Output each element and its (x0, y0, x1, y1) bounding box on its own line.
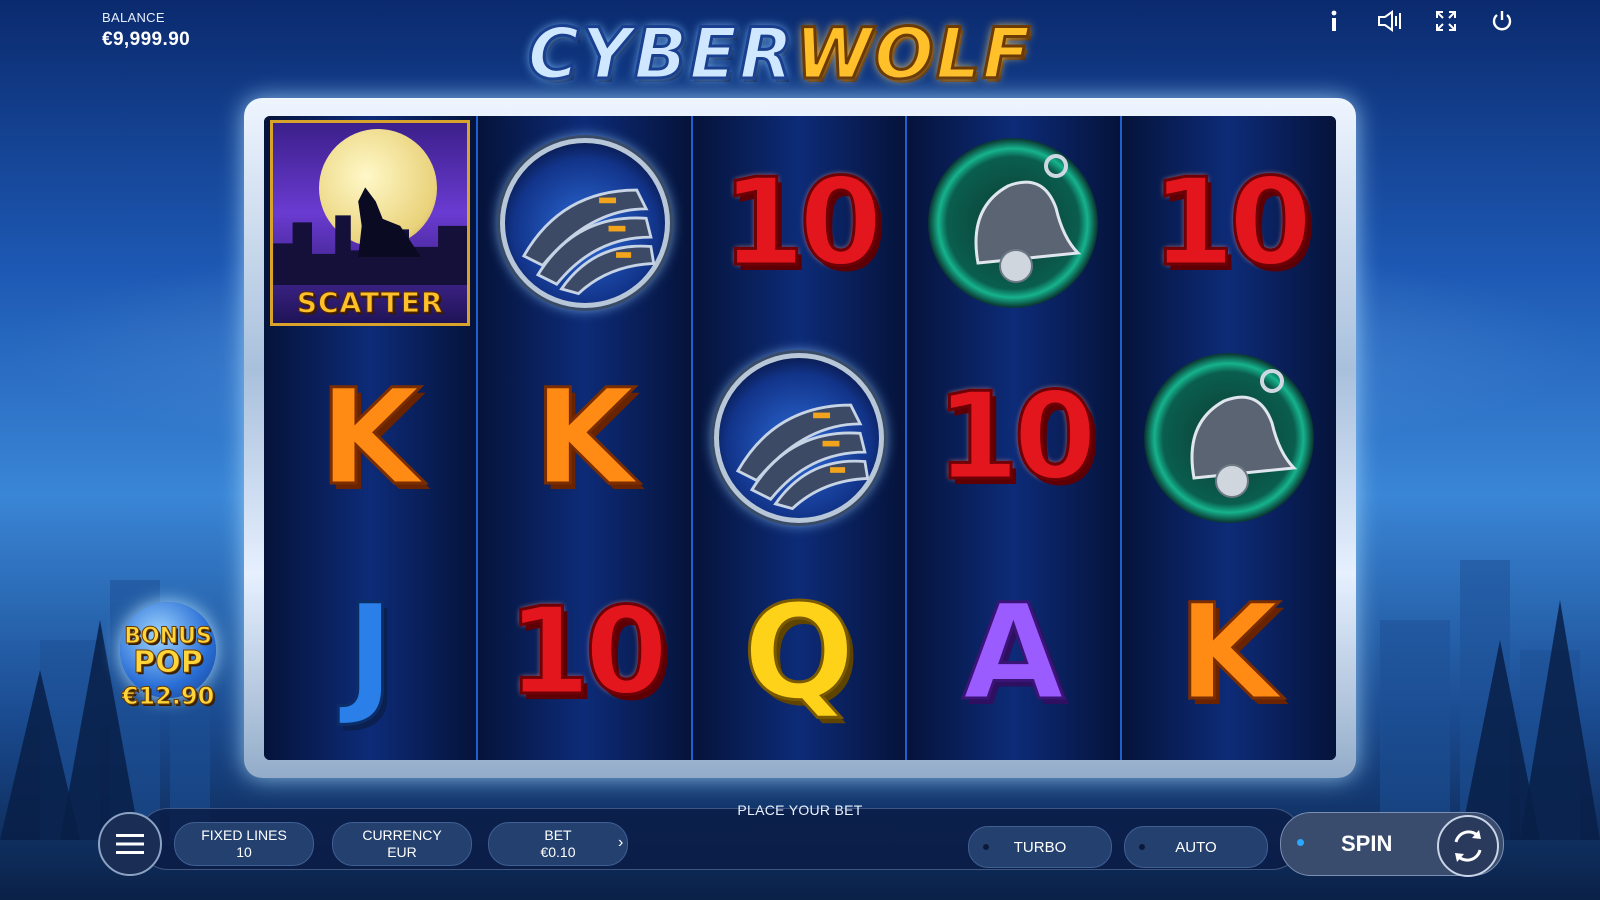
top-toolbar (1316, 6, 1520, 36)
info-icon[interactable] (1316, 6, 1352, 36)
scatter-label: SCATTER (296, 286, 444, 320)
reel-cell: 10 (478, 545, 690, 760)
currency-label: CURRENCY (362, 826, 442, 843)
fullscreen-icon[interactable] (1428, 6, 1464, 36)
reel-cell: SCATTER (264, 116, 476, 331)
game-logo: CYBER WOLF (470, 6, 1090, 102)
bell-symbol-icon (1143, 352, 1314, 523)
spin-label: SPIN (1341, 831, 1393, 856)
sound-icon[interactable] (1372, 6, 1408, 36)
bell-icon (974, 154, 1082, 284)
auto-toggle[interactable]: AUTO (1124, 826, 1268, 868)
reel-cell (478, 116, 690, 331)
bet-selector[interactable]: BET €0.10 (488, 822, 628, 866)
claw-symbol-icon (713, 352, 884, 523)
bonus-pop-badge[interactable]: BONUS POP €12.90 (110, 602, 226, 720)
spin-indicator (1297, 839, 1304, 846)
bonus-pop-amount: €12.90 (121, 682, 215, 711)
reel-cell: K (1122, 545, 1336, 760)
auto-indicator (1139, 844, 1145, 850)
symbol-10: 10 (1150, 152, 1314, 294)
bet-value: €0.10 (540, 844, 576, 860)
reel-cell (907, 116, 1119, 331)
balance-value: €9,999.90 (102, 29, 191, 50)
symbol-k: K (318, 359, 423, 516)
reels-grid: SCATTER K J K 10 10 Q 10 A 10 K (264, 116, 1336, 760)
reel-cell (693, 331, 905, 546)
logo-word-cyber: CYBER (526, 13, 795, 95)
reel-cell: K (264, 331, 476, 546)
symbol-10: 10 (506, 582, 670, 724)
spin-button[interactable] (1437, 815, 1499, 877)
reel-cell: 10 (1122, 116, 1336, 331)
power-icon[interactable] (1484, 6, 1520, 36)
scatter-symbol: SCATTER (270, 120, 471, 327)
fixed-lines-value: 10 (236, 844, 252, 860)
reels-frame: SCATTER K J K 10 10 Q 10 A 10 K (244, 98, 1356, 778)
reel-cell: K (478, 331, 690, 546)
control-bar: PLACE YOUR BET FIXED LINES 10 CURRENCY E… (98, 802, 1504, 878)
bonus-pop-line2: POP (133, 645, 203, 680)
turbo-toggle[interactable]: TURBO (968, 826, 1112, 868)
auto-label: AUTO (1175, 838, 1217, 856)
hamburger-icon (116, 834, 144, 854)
fixed-lines-label: FIXED LINES (201, 826, 287, 843)
balance-display: BALANCE €9,999.90 (102, 10, 190, 51)
claw-symbol-icon (499, 138, 670, 309)
turbo-label: TURBO (1013, 838, 1067, 856)
turbo-indicator (983, 844, 989, 850)
bell-icon (1190, 368, 1298, 498)
symbol-10: 10 (720, 152, 884, 294)
claw-icon (521, 188, 655, 296)
status-message: PLACE YOUR BET (737, 802, 863, 818)
currency-display: CURRENCY EUR (332, 822, 472, 866)
symbol-k: K (1176, 574, 1281, 731)
menu-button[interactable] (98, 812, 162, 876)
reel-cell: 10 (693, 116, 905, 331)
symbol-10: 10 (934, 367, 1098, 509)
refresh-icon (1454, 830, 1482, 862)
spin-control[interactable]: SPIN (1280, 812, 1504, 877)
reel-cell: A (907, 545, 1119, 760)
bet-label: BET (544, 826, 572, 843)
reel-5: 10 K (1121, 116, 1336, 760)
reel-cell (1122, 331, 1336, 546)
currency-value: EUR (387, 844, 417, 860)
balance-label: BALANCE (102, 10, 165, 25)
symbol-k: K (532, 359, 637, 516)
reel-cell: 10 (907, 331, 1119, 546)
symbol-a: A (961, 574, 1066, 731)
reel-cell: Q (693, 545, 905, 760)
symbol-j: J (344, 574, 396, 731)
chevron-right-icon[interactable]: › (618, 834, 623, 852)
reel-2: K 10 (478, 116, 693, 760)
reel-cell: J (264, 545, 476, 760)
logo-word-wolf: WOLF (793, 13, 1033, 95)
fixed-lines-display: FIXED LINES 10 (174, 822, 314, 866)
symbol-q: Q (741, 574, 856, 731)
bell-symbol-icon (928, 138, 1099, 309)
claw-icon (735, 403, 870, 511)
reel-4: 10 A (907, 116, 1122, 760)
reel-1: SCATTER K J (264, 116, 479, 760)
reel-3: 10 Q (692, 116, 908, 760)
